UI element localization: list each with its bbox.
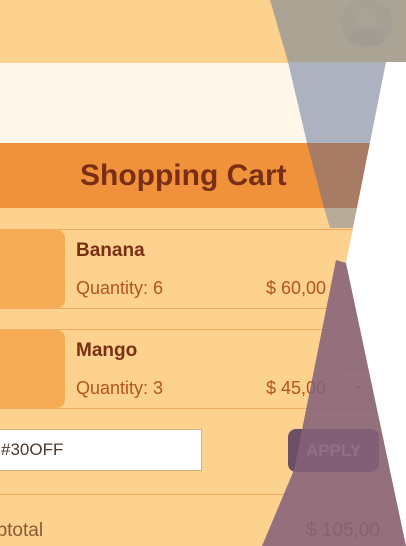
item-thumbnail — [0, 230, 65, 308]
apply-coupon-button[interactable]: APPLY — [288, 429, 379, 472]
avatar-face — [358, 7, 376, 29]
item-price: $ 45,00 — [266, 378, 327, 398]
item-row-divider — [340, 368, 406, 369]
overlay-gray-strip — [324, 208, 406, 228]
cart-header: Shopping Cart — [0, 143, 406, 208]
cart-item: Banana Quantity: 6 $ 60,00 — [0, 229, 406, 309]
user-avatar[interactable] — [342, 0, 392, 46]
item-name: Banana — [76, 240, 145, 261]
decrease-quantity-button[interactable]: - — [356, 376, 362, 397]
item-price: $ 60,00 — [266, 278, 327, 298]
section-divider — [0, 494, 406, 495]
page-title: Shopping Cart — [80, 159, 287, 192]
banner — [0, 63, 406, 143]
coupon-input[interactable]: #30OFF — [0, 429, 202, 471]
subtotal-value: $ 105,00 — [306, 520, 380, 541]
subtotal-label: ubtotal — [0, 520, 44, 541]
item-quantity: Quantity: 3 — [76, 378, 164, 398]
avatar-shoulders — [350, 27, 384, 45]
item-quantity: Quantity: 6 — [76, 278, 164, 298]
item-name: Mango — [76, 340, 138, 361]
item-thumbnail — [0, 330, 65, 408]
cart-item: Mango Quantity: 3 $ 45,00 - — [0, 329, 406, 409]
